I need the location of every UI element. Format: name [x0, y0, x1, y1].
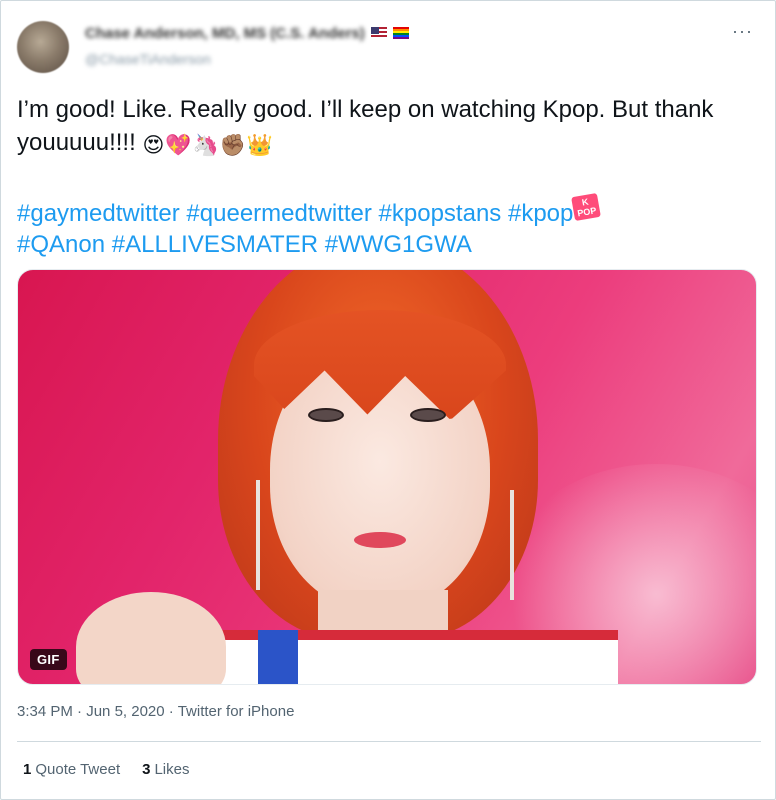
media-lips — [354, 532, 406, 548]
tweet-header: Chase Anderson, MD, MS (C.S. Anders) @Ch… — [17, 15, 761, 73]
quote-label: Quote Tweet — [35, 761, 121, 778]
us-flag-icon — [370, 27, 387, 39]
gif-media[interactable]: GIF — [17, 269, 757, 685]
media-hand — [76, 592, 226, 684]
tweet-time[interactable]: 3:34 PM — [17, 703, 73, 720]
raised-fist-emoji-icon: ✊🏽 — [219, 134, 246, 157]
media-shirt — [178, 630, 618, 684]
hashtag-link[interactable]: #kpopstans — [379, 200, 502, 227]
author-display-name[interactable]: Chase Anderson, MD, MS (C.S. Anders) — [85, 25, 365, 42]
hashtag-link[interactable]: #QAnon — [17, 231, 105, 258]
tweet-source[interactable]: Twitter for iPhone — [178, 703, 295, 720]
tweet-body: I’m good! Like. Really good. I’ll keep o… — [17, 93, 765, 159]
media-right-earring — [510, 490, 514, 600]
kpop-hashflag-icon: K POP — [571, 192, 602, 222]
author-handle[interactable]: @ChaseTiAnderson — [85, 51, 211, 67]
meta-separator: · — [77, 703, 83, 720]
meta-separator: · — [168, 703, 174, 720]
like-count: 3 — [142, 761, 151, 778]
hashtag-line: #gaymedtwitter #queermedtwitter #kpopsta… — [17, 192, 765, 229]
tweet-stats: 1 Quote Tweet 3 Likes — [23, 761, 190, 778]
more-options-icon[interactable]: ··· — [732, 21, 753, 42]
media-left-eye — [308, 408, 344, 422]
media-left-earring — [256, 480, 260, 590]
divider — [17, 741, 761, 742]
tweet-meta: 3:34 PM · Jun 5, 2020 · Twitter for iPho… — [17, 703, 294, 720]
avatar[interactable] — [17, 21, 69, 73]
hashtag-block: #gaymedtwitter #queermedtwitter #kpopsta… — [17, 192, 765, 260]
author-name-line[interactable]: Chase Anderson, MD, MS (C.S. Anders) — [85, 23, 409, 43]
gif-badge: GIF — [30, 649, 67, 670]
hashtag-link[interactable]: #kpop — [508, 200, 573, 227]
hashtag-link[interactable]: #ALLLIVESMATER — [112, 231, 318, 258]
tweet-text: I’m good! Like. Really good. I’ll keep o… — [17, 96, 714, 156]
crown-emoji-icon: 👑 — [246, 134, 273, 157]
quote-count: 1 — [23, 761, 32, 778]
sparkling-heart-emoji-icon: 💖 — [165, 134, 192, 157]
media-right-eye — [410, 408, 446, 422]
heart-eyes-emoji-icon: 😍 — [142, 134, 165, 157]
tweet-card: Chase Anderson, MD, MS (C.S. Anders) @Ch… — [0, 0, 776, 800]
like-label: Likes — [154, 761, 190, 778]
hashtag-link[interactable]: #queermedtwitter — [186, 200, 371, 227]
tweet-date[interactable]: Jun 5, 2020 — [86, 703, 164, 720]
pride-flag-icon — [392, 27, 409, 39]
hashtag-link[interactable]: #gaymedtwitter — [17, 200, 180, 227]
unicorn-emoji-icon: 🦄 — [192, 134, 219, 157]
quote-tweets-stat[interactable]: 1 Quote Tweet — [23, 761, 120, 778]
likes-stat[interactable]: 3 Likes — [142, 761, 189, 778]
hashtag-link[interactable]: #WWG1GWA — [325, 231, 472, 258]
hashtag-line: #QAnon #ALLLIVESMATER #WWG1GWA — [17, 229, 765, 260]
